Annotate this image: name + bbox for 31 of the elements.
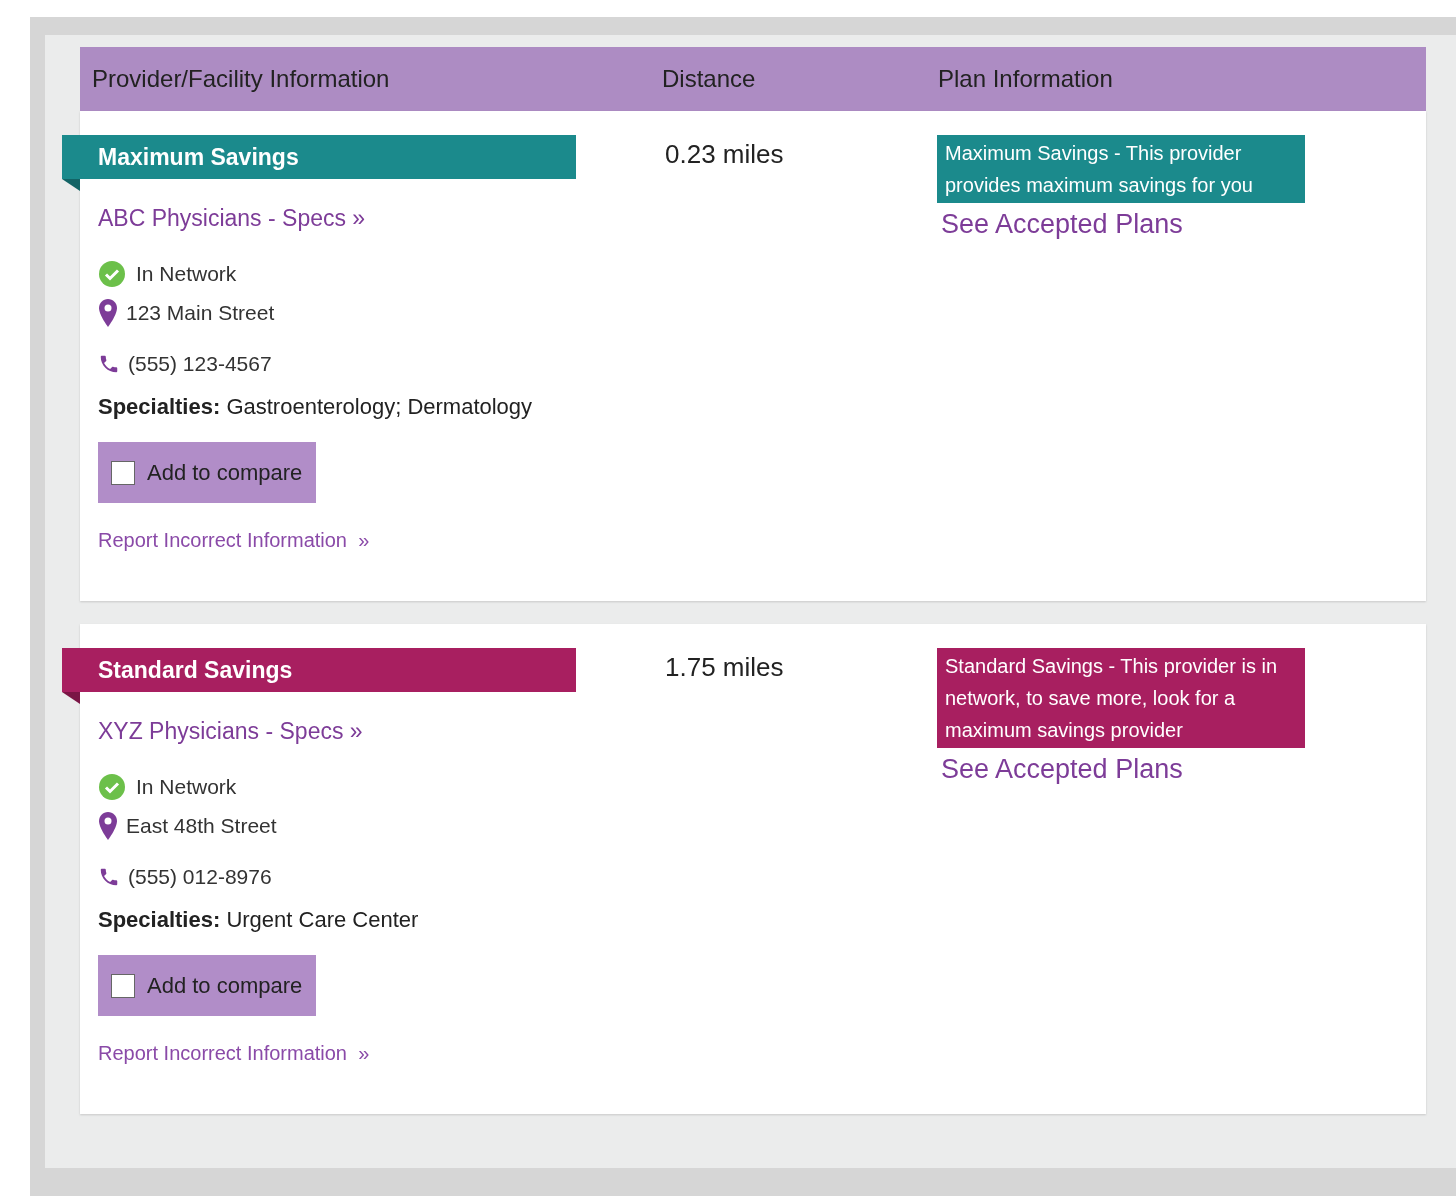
provider-link[interactable]: XYZ Physicians - Specs » (98, 718, 363, 745)
compare-checkbox[interactable]: Add to compare (98, 955, 316, 1016)
check-circle-icon (98, 260, 126, 288)
plan-note: Standard Savings - This provider is in network, to save more, look for a maximum savings provider (937, 648, 1305, 748)
tier-label: Standard Savings (98, 656, 293, 684)
distance-text: 1.75 miles (665, 652, 784, 682)
map-pin-icon (98, 298, 118, 328)
column-header: Distance (662, 65, 757, 93)
map-pin-icon (98, 811, 118, 841)
checkbox[interactable] (111, 973, 135, 998)
accepted-plans-link[interactable]: See Accepted Plans (937, 209, 1183, 240)
distance-text: 0.23 miles (665, 139, 784, 169)
plan-note: Maximum Savings - This provider provides maximum savings for you (937, 135, 1305, 203)
specialties-text: Specialties: Urgent Care Center (98, 907, 419, 933)
phone-text: (555) 123-4567 (128, 352, 272, 376)
checkbox[interactable] (111, 460, 135, 485)
accepted-plans-link[interactable]: See Accepted Plans (937, 754, 1183, 785)
report-link[interactable]: Report Incorrect Information » (98, 1042, 370, 1065)
check-circle-icon (98, 773, 126, 801)
address-text: East 48th Street (126, 814, 277, 838)
provider-link[interactable]: ABC Physicians - Specs » (98, 205, 366, 232)
column-header: Provider/Facility Information (92, 65, 391, 93)
compare-checkbox[interactable]: Add to compare (98, 442, 316, 503)
network-status: In Network (136, 262, 237, 286)
specialties-text: Specialties: Gastroenterology; Dermatology (98, 394, 533, 420)
tier-label: Maximum Savings (98, 143, 299, 171)
column-header: Plan Information (938, 65, 1114, 93)
report-link[interactable]: Report Incorrect Information » (98, 529, 370, 552)
address-text: 123 Main Street (126, 301, 275, 325)
phone-text: (555) 012-8976 (128, 865, 272, 889)
network-status: In Network (136, 775, 237, 799)
